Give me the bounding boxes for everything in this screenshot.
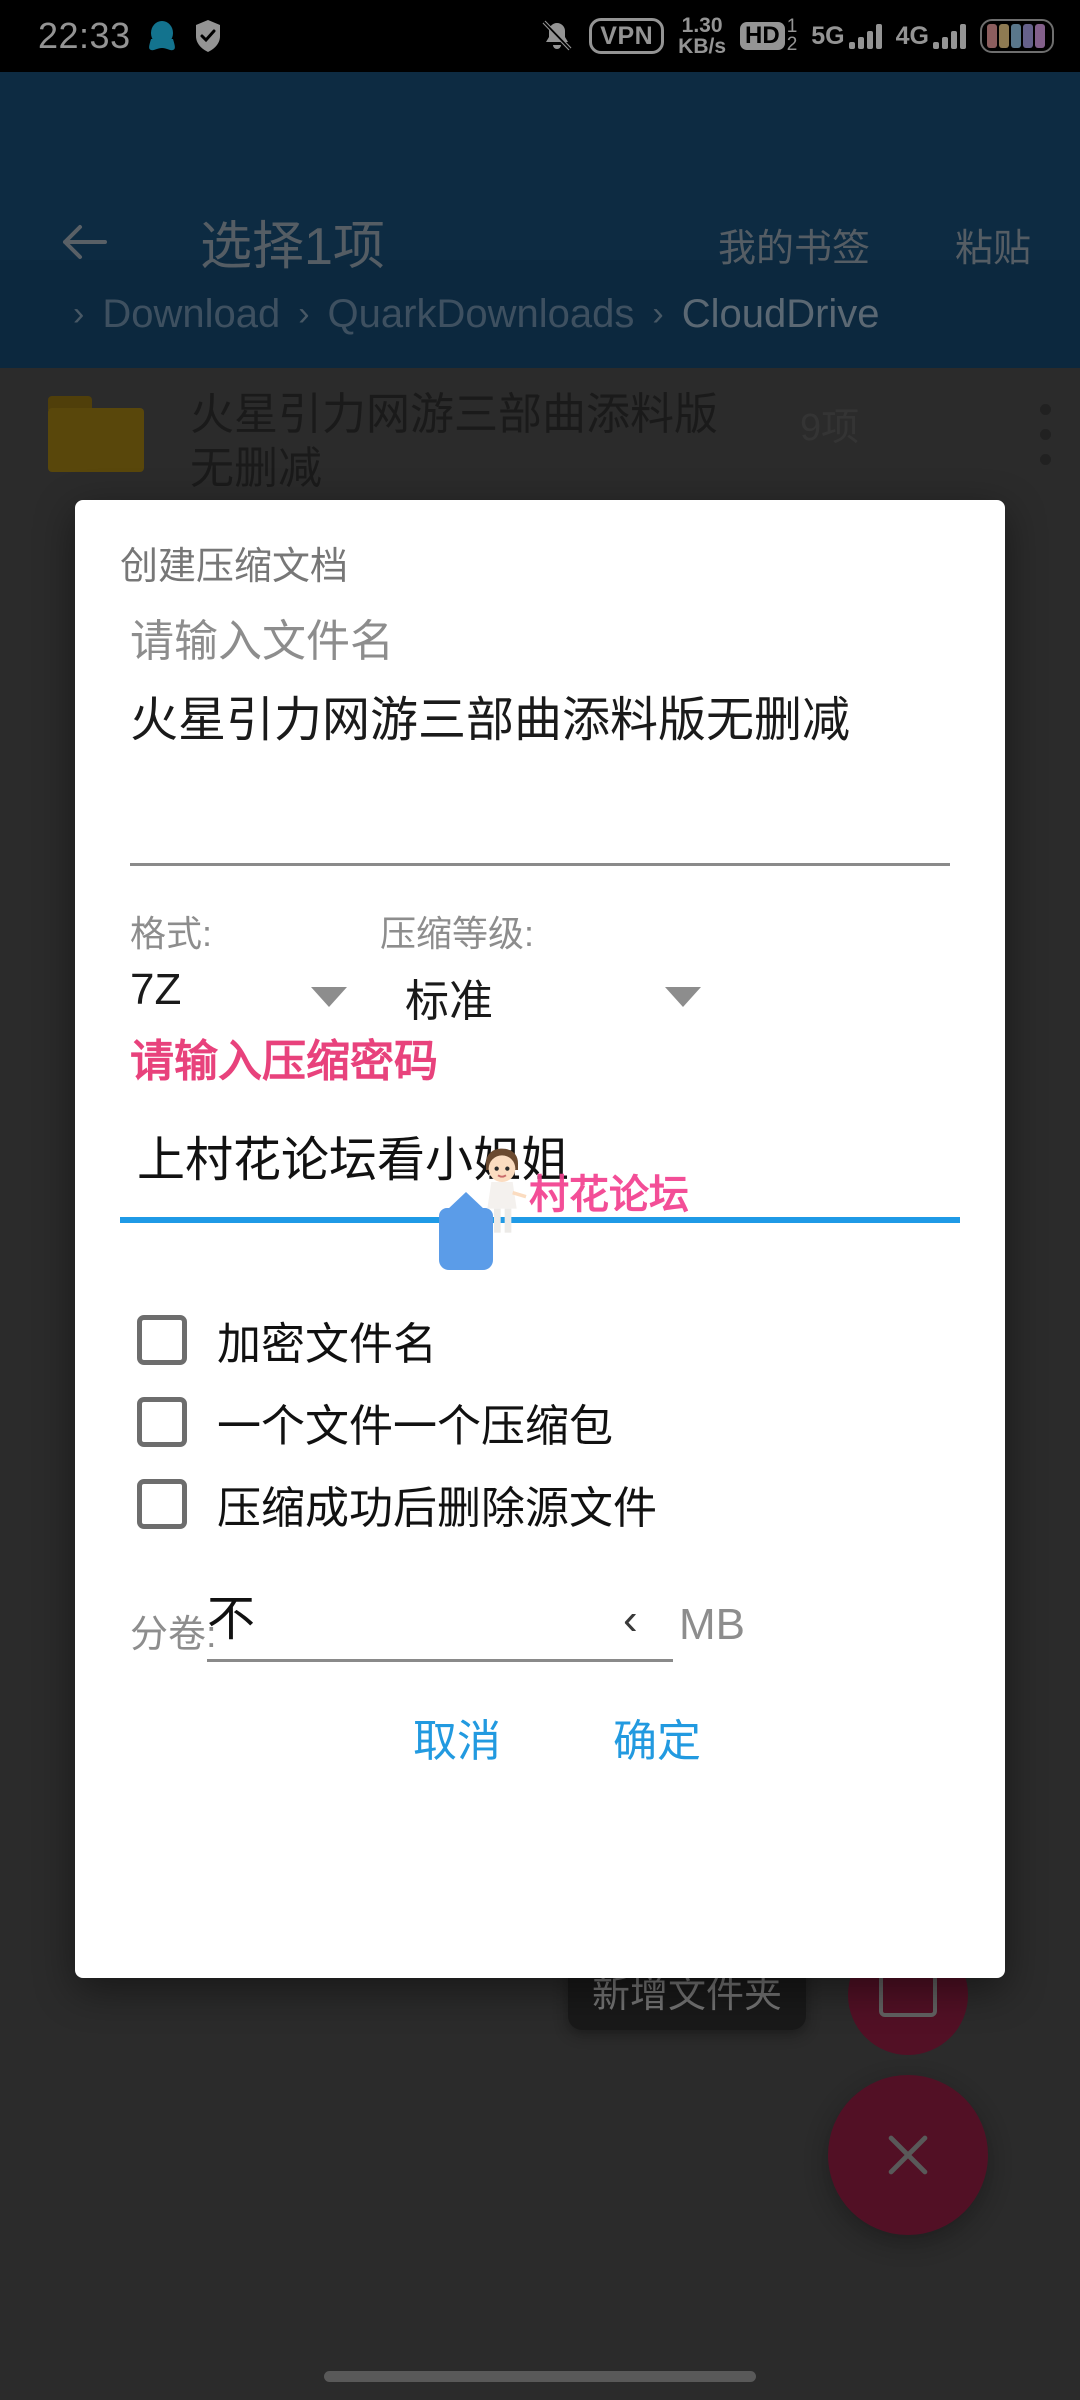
format-label: 格式: bbox=[130, 913, 213, 954]
password-underline bbox=[120, 1217, 960, 1223]
confirm-button[interactable]: 确定 bbox=[613, 1705, 701, 1769]
chevron-down-icon[interactable] bbox=[665, 987, 701, 1007]
format-select-value[interactable]: 7Z bbox=[130, 965, 181, 1015]
split-input[interactable]: 不 bbox=[207, 1579, 255, 1649]
checkbox-delete-source-after[interactable]: 压缩成功后删除源文件 bbox=[137, 1472, 657, 1536]
text-selection-handle-icon[interactable] bbox=[439, 1192, 493, 1270]
filename-input[interactable]: 火星引力网游三部曲添料版无删减 bbox=[130, 690, 950, 752]
checkbox-icon[interactable] bbox=[137, 1397, 187, 1447]
dialog-title: 创建压缩文档 bbox=[120, 546, 349, 588]
password-label: 请输入压缩密码 bbox=[130, 1037, 438, 1086]
checkbox-one-file-per-archive[interactable]: 一个文件一个压缩包 bbox=[137, 1390, 613, 1454]
level-label: 压缩等级: bbox=[380, 913, 535, 954]
checkbox-label: 加密文件名 bbox=[217, 1320, 437, 1369]
filename-underline bbox=[130, 863, 950, 866]
chevron-down-icon[interactable] bbox=[311, 987, 347, 1007]
split-underline bbox=[207, 1659, 673, 1662]
chevron-left-icon[interactable]: ‹ bbox=[623, 1595, 638, 1645]
checkbox-encrypt-filename[interactable]: 加密文件名 bbox=[137, 1308, 437, 1372]
password-input[interactable]: 上村花论坛看小姐姐 bbox=[137, 1120, 569, 1190]
filename-label: 请输入文件名 bbox=[130, 617, 394, 666]
level-select-value[interactable]: 标准 bbox=[405, 965, 493, 1029]
split-label: 分卷: bbox=[130, 1614, 217, 1656]
checkbox-label: 一个文件一个压缩包 bbox=[217, 1402, 613, 1451]
checkbox-icon[interactable] bbox=[137, 1315, 187, 1365]
create-archive-dialog: 创建压缩文档 请输入文件名 火星引力网游三部曲添料版无删减 格式: 7Z 压缩等… bbox=[75, 500, 1005, 1978]
split-unit-label: MB bbox=[679, 1600, 745, 1649]
cancel-button[interactable]: 取消 bbox=[413, 1705, 501, 1769]
checkbox-icon[interactable] bbox=[137, 1479, 187, 1529]
checkbox-label: 压缩成功后删除源文件 bbox=[217, 1484, 657, 1533]
